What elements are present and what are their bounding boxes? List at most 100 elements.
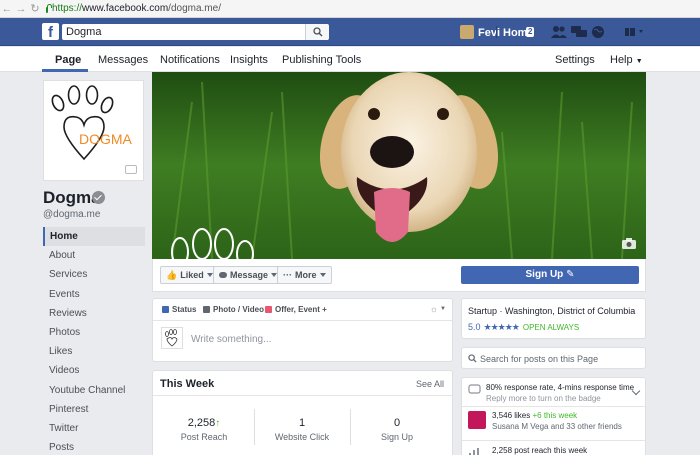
composer-photo-label: Photo / Video xyxy=(213,305,264,314)
pencil-icon xyxy=(162,306,169,313)
search-input[interactable] xyxy=(62,24,328,40)
tab-settings[interactable]: Settings xyxy=(555,54,595,66)
composer-tab-offer-event[interactable]: Offer, Event + xyxy=(265,305,327,314)
post-reach-text: 2,258 post reach this week xyxy=(492,446,588,455)
this-week-card: This Week See All 2,258↑ Post Reach 1 We… xyxy=(152,370,453,455)
page-tabs-bar: Page Messages Notifications Insights Pub… xyxy=(0,47,700,72)
stat-post-reach-label: Post Reach xyxy=(180,432,228,442)
camera-icon[interactable] xyxy=(125,165,137,174)
stat-website-click-value: 1 xyxy=(298,417,306,429)
message-button[interactable]: Message xyxy=(213,266,284,284)
page-category-location[interactable]: Startup · Washington, District of Columb… xyxy=(468,306,635,316)
photo-icon xyxy=(203,306,210,313)
composer-tabs: Status Photo / Video Offer, Event + ☼ ▼ xyxy=(153,299,452,321)
facebook-header: f Fevi Home 2 xyxy=(0,18,700,46)
message-bubble-icon xyxy=(219,272,227,278)
offer-tag-icon xyxy=(265,306,272,313)
sidenav-item-posts[interactable]: Posts xyxy=(43,438,145,455)
search-icon xyxy=(468,354,477,363)
messages-icon[interactable] xyxy=(571,25,587,39)
sign-up-button[interactable]: Sign Up ✎ xyxy=(461,266,639,284)
address-bar[interactable]: https://www.facebook.com/dogma.me/ xyxy=(46,2,221,16)
sidenav-item-photos[interactable]: Photos xyxy=(43,323,145,342)
search-button[interactable] xyxy=(305,24,329,40)
up-arrow-icon: ↑ xyxy=(215,418,221,429)
composer-tab-photo-video[interactable]: Photo / Video xyxy=(203,305,264,314)
reload-icon[interactable]: ↻ xyxy=(28,2,42,15)
home-count-badge: 2 xyxy=(526,27,535,37)
header-divider xyxy=(496,26,497,38)
page-action-bar: 👍 Liked Message ··· More Sign Up ✎ xyxy=(152,259,646,292)
cover-photo[interactable] xyxy=(152,72,646,259)
sidenav-item-youtube-channel[interactable]: Youtube Channel xyxy=(43,381,145,400)
sidenav-item-twitter[interactable]: Twitter xyxy=(43,419,145,438)
likes-thumbnail xyxy=(468,411,486,429)
stat-website-click-label: Website Click xyxy=(274,432,330,442)
chat-bubble-icon xyxy=(468,384,481,394)
reach-chart-icon xyxy=(469,448,479,455)
page-insights-card: 80% response rate, 4-mins response time … xyxy=(461,377,646,455)
divider xyxy=(462,440,645,441)
verified-check-icon xyxy=(92,191,105,204)
help-label: Help xyxy=(610,54,633,66)
more-label: More xyxy=(295,270,317,280)
caret-down-icon[interactable]: ▼ xyxy=(440,306,446,312)
tab-notifications[interactable]: Notifications xyxy=(160,54,220,66)
sidenav-item-videos[interactable]: Videos xyxy=(43,361,145,380)
composer-audience-icon[interactable]: ☼ xyxy=(430,304,438,314)
sidenav-item-likes[interactable]: Likes xyxy=(43,342,145,361)
thumbs-up-icon: 👍 xyxy=(166,269,178,280)
forward-arrow-icon[interactable]: → xyxy=(14,3,28,15)
composer-page-avatar xyxy=(161,327,183,349)
stat-post-reach[interactable]: 2,258↑ Post Reach xyxy=(155,417,253,442)
account-menu-icon[interactable] xyxy=(624,25,646,39)
tab-insights[interactable]: Insights xyxy=(230,54,268,66)
browser-toolbar: ← → ↻ https://www.facebook.com/dogma.me/ xyxy=(0,0,700,18)
tab-messages[interactable]: Messages xyxy=(98,54,148,66)
tab-publishing-tools[interactable]: Publishing Tools xyxy=(282,54,361,66)
search-posts-input[interactable] xyxy=(480,352,640,365)
dogma-logo-mini xyxy=(165,329,178,347)
url-path: /dogma.me/ xyxy=(168,3,221,14)
page-handle[interactable]: @dogma.me xyxy=(43,209,100,220)
pencil-icon: ✎ xyxy=(566,269,575,280)
rating-stars: ★★★★★ xyxy=(483,322,520,332)
sidenav-item-home[interactable]: Home xyxy=(43,227,145,247)
page-side-nav: Home About Services Events Reviews Photo… xyxy=(43,227,145,455)
sidenav-item-events[interactable]: Events xyxy=(43,285,145,304)
rating-row[interactable]: 5.0 ★★★★★ OPEN ALWAYS xyxy=(468,322,579,333)
liked-button[interactable]: 👍 Liked xyxy=(160,266,219,284)
open-status: OPEN ALWAYS xyxy=(522,323,580,332)
sidenav-item-pinterest[interactable]: Pinterest xyxy=(43,400,145,419)
composer-offer-label: Offer, Event + xyxy=(275,305,327,314)
more-button[interactable]: ··· More xyxy=(277,266,332,284)
see-all-link[interactable]: See All xyxy=(416,379,444,389)
sidenav-item-services[interactable]: Services xyxy=(43,265,145,284)
sign-up-label: Sign Up xyxy=(525,269,564,280)
cover-camera-icon[interactable] xyxy=(622,238,636,249)
tab-page[interactable]: Page xyxy=(55,54,81,66)
facebook-logo-icon[interactable]: f xyxy=(42,23,59,40)
sidenav-item-reviews[interactable]: Reviews xyxy=(43,304,145,323)
cover-dog-image xyxy=(152,72,646,259)
composer-tab-status[interactable]: Status xyxy=(162,305,196,314)
back-arrow-icon[interactable]: ← xyxy=(0,3,14,15)
profile-picture[interactable]: DOGMA xyxy=(43,80,144,181)
likes-friends: Susana M Vega and 33 other friends xyxy=(492,422,622,431)
composer-status-label: Status xyxy=(172,305,197,314)
page-post-search xyxy=(461,347,646,369)
friend-requests-icon[interactable] xyxy=(551,25,567,39)
post-composer: Status Photo / Video Offer, Event + ☼ ▼ … xyxy=(152,298,453,362)
user-avatar[interactable] xyxy=(460,25,474,39)
likes-count: 3,546 likes xyxy=(492,411,531,420)
stat-website-click[interactable]: 1 Website Click xyxy=(253,417,351,442)
url-scheme: https:// xyxy=(52,3,83,14)
sidenav-item-about[interactable]: About xyxy=(43,246,145,265)
divider xyxy=(153,395,452,396)
stat-sign-up[interactable]: 0 Sign Up xyxy=(348,417,446,442)
write-something-input[interactable]: Write something... xyxy=(191,334,271,345)
tab-help[interactable]: Help ▼ xyxy=(610,54,643,66)
lock-icon xyxy=(46,3,52,13)
notifications-globe-icon[interactable] xyxy=(591,25,605,39)
stat-sign-up-value: 0 xyxy=(393,417,401,429)
